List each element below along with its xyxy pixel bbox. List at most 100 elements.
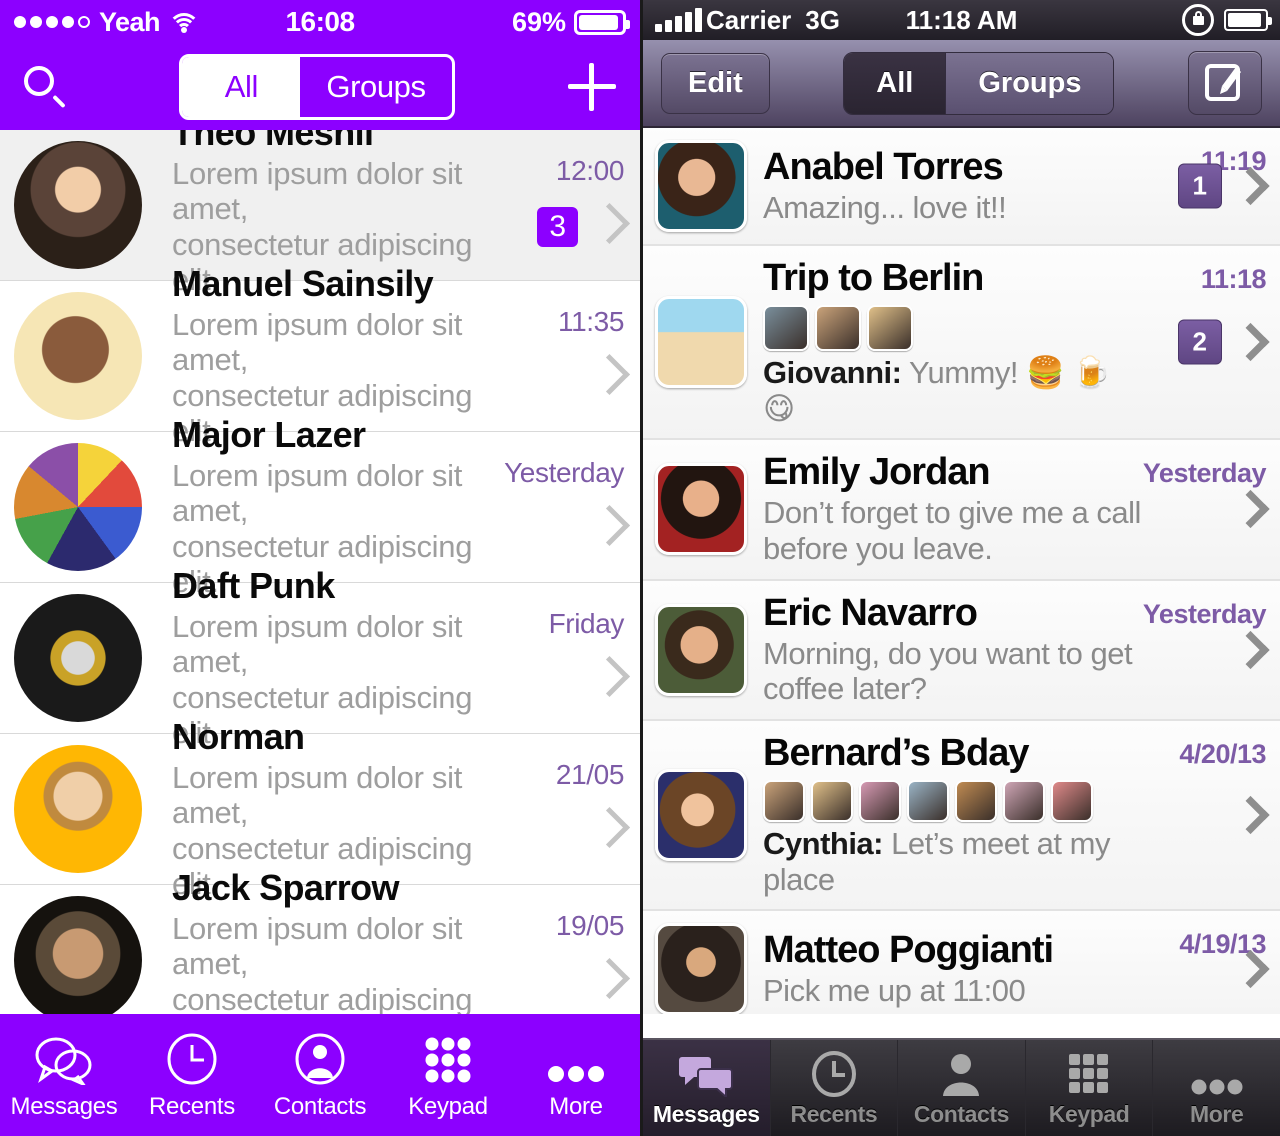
edit-button[interactable]: Edit	[661, 52, 770, 114]
conversation-name: Jack Sparrow	[172, 867, 400, 909]
conversation-row[interactable]: Daft Punk Lorem ipsum dolor sit amet, cons…	[0, 565, 640, 750]
conversation-row[interactable]: Bernard’s Bday Cynthia: Let’s meet at my …	[643, 720, 1280, 912]
ellipsis-icon	[1185, 1049, 1249, 1097]
compose-button[interactable]	[1188, 51, 1262, 115]
conversation-name: Manuel Sainsily	[172, 263, 434, 305]
group-member-avatar	[859, 779, 901, 822]
conversation-preview: Pick me up at 11:00	[763, 972, 1026, 1008]
tab-recents[interactable]: Recents	[128, 1014, 256, 1136]
group-member-avatar	[955, 779, 997, 822]
person-icon	[929, 1049, 993, 1097]
left-carrier-group: Yeah	[14, 7, 201, 38]
left-phone-ios7: Yeah 16:08 69% All Groups Théo Mesnil Lor…	[0, 0, 640, 1136]
conversation-time: 12:00	[555, 155, 624, 186]
conversation-meta: 4/20/13	[1150, 733, 1280, 897]
group-member-avatar	[811, 779, 853, 822]
conversation-row[interactable]: Anabel Torres Amazing... love it!! 11:19 1	[643, 128, 1280, 246]
group-member-avatar	[763, 305, 809, 352]
tab-keypad[interactable]: Keypad	[1026, 1040, 1154, 1136]
right-conversation-list[interactable]: Anabel Torres Amazing... love it!! 11:19 1 T…	[643, 128, 1280, 1014]
group-member-avatar	[1051, 779, 1093, 822]
tab-messages[interactable]: Messages	[643, 1040, 771, 1136]
group-member-avatar	[763, 779, 805, 822]
unread-badge: 3	[537, 207, 578, 247]
group-member-avatar	[907, 779, 949, 822]
avatar	[14, 292, 142, 420]
conversation-name: Anabel Torres	[763, 145, 1004, 188]
wifi-icon	[168, 11, 201, 33]
person-icon	[285, 1029, 355, 1085]
right-segment-all[interactable]: All	[844, 52, 946, 114]
tab-messages[interactable]: Messages	[0, 1014, 128, 1136]
tab-more[interactable]: More	[1153, 1040, 1280, 1136]
left-tab-bar: Messages Recents Contacts Keypad More	[0, 1014, 640, 1136]
conversation-row[interactable]: Major Lazer Lorem ipsum dolor sit amet, co…	[0, 414, 640, 599]
conversation-meta: 4/19/13	[1150, 923, 1280, 1014]
conversation-name: Matteo Poggianti	[763, 928, 1054, 971]
conversation-meta: Friday	[498, 594, 640, 722]
compose-icon	[1205, 64, 1241, 101]
conversation-name: Norman	[172, 716, 305, 758]
tab-recents[interactable]: Recents	[771, 1040, 899, 1136]
group-member-avatar	[815, 305, 861, 352]
conversation-row[interactable]: Trip to Berlin Giovanni: Yummy! 🍔 🍺 😋 11:1…	[643, 246, 1280, 441]
conversation-time: Yesterday	[1142, 458, 1267, 489]
tab-recents-label: Recents	[149, 1093, 235, 1120]
conversation-time: 11:18	[1200, 264, 1267, 294]
ellipsis-icon	[541, 1029, 611, 1085]
right-segmented-control[interactable]: All Groups	[843, 51, 1115, 115]
conversation-preview: Morning, do you want to get coffee later…	[763, 635, 1133, 707]
tab-more-label: More	[549, 1093, 603, 1120]
avatar	[14, 443, 142, 571]
conversation-row[interactable]: Matteo Poggianti Pick me up at 11:00 4/19/…	[643, 911, 1280, 1014]
conversation-row[interactable]: Théo Mesnil Lorem ipsum dolor sit amet, co…	[0, 130, 640, 297]
conversation-preview: Lorem ipsum dolor sit amet,	[172, 155, 463, 226]
avatar	[655, 140, 747, 232]
conversation-text: Bernard’s Bday Cynthia: Let’s meet at my …	[747, 732, 1150, 897]
conversation-row[interactable]: Emily Jordan Don’t forget to give me a ca…	[643, 440, 1280, 581]
conversation-row[interactable]: Manuel Sainsily Lorem ipsum dolor sit ame…	[0, 263, 640, 448]
tab-keypad-label: Keypad	[408, 1093, 488, 1120]
conversation-row[interactable]: Eric Navarro Morning, do you want to get …	[643, 580, 1280, 721]
left-conversation-list[interactable]: Théo Mesnil Lorem ipsum dolor sit amet, co…	[0, 130, 640, 1014]
conversation-time: 19/05	[555, 910, 624, 941]
conversation-meta: 19/05	[498, 896, 640, 1014]
dual-phone-comparison: Yeah 16:08 69% All Groups Théo Mesnil Lor…	[0, 0, 1280, 1136]
unread-badge: 2	[1177, 319, 1222, 365]
tab-contacts[interactable]: Contacts	[256, 1014, 384, 1136]
conversation-preview: consectetur adipiscing elit.	[172, 982, 473, 1014]
conversation-preview: Lorem ipsum dolor sit amet,	[172, 759, 463, 830]
conversation-preview: Don’t forget to give me a call before yo…	[763, 495, 1141, 566]
conversation-time: 4/20/13	[1179, 738, 1266, 769]
avatar	[655, 463, 747, 556]
avatar	[655, 296, 747, 389]
conversation-meta: 11:35	[498, 292, 640, 420]
tab-contacts[interactable]: Contacts	[898, 1040, 1026, 1136]
group-member-avatars	[763, 305, 1150, 352]
conversation-row[interactable]: Norman Lorem ipsum dolor sit amet, consect…	[0, 716, 640, 901]
conversation-meta: Yesterday	[1143, 593, 1280, 707]
avatar	[655, 923, 747, 1014]
right-segment-groups[interactable]: Groups	[945, 52, 1114, 114]
search-icon[interactable]	[24, 66, 66, 109]
tab-more[interactable]: More	[512, 1014, 640, 1136]
tab-keypad[interactable]: Keypad	[384, 1014, 512, 1136]
left-segmented-control[interactable]: All Groups	[179, 54, 455, 120]
keypad-icon	[413, 1029, 483, 1085]
conversation-time: 11:35	[558, 306, 624, 337]
left-segment-all[interactable]: All	[182, 57, 301, 117]
left-segment-groups[interactable]: Groups	[300, 57, 451, 117]
avatar	[655, 603, 747, 696]
chevron-right-icon	[588, 655, 631, 698]
conversation-name: Théo Mesnil	[172, 130, 374, 154]
tab-keypad-label: Keypad	[1048, 1100, 1130, 1127]
rotation-lock-icon	[1182, 4, 1214, 36]
chevron-right-icon	[588, 806, 631, 849]
conversation-preview: Giovanni: Yummy! 🍔 🍺 😋	[763, 355, 1150, 426]
plus-icon[interactable]	[567, 63, 616, 111]
right-nav-bar: Edit All Groups	[643, 40, 1280, 128]
chevron-right-icon	[588, 957, 631, 1000]
right-tab-bar: Messages Recents Contacts Keypad More	[643, 1038, 1280, 1136]
chevron-right-icon	[588, 202, 631, 245]
conversation-row[interactable]: Jack Sparrow Lorem ipsum dolor sit amet, c…	[0, 867, 640, 1014]
